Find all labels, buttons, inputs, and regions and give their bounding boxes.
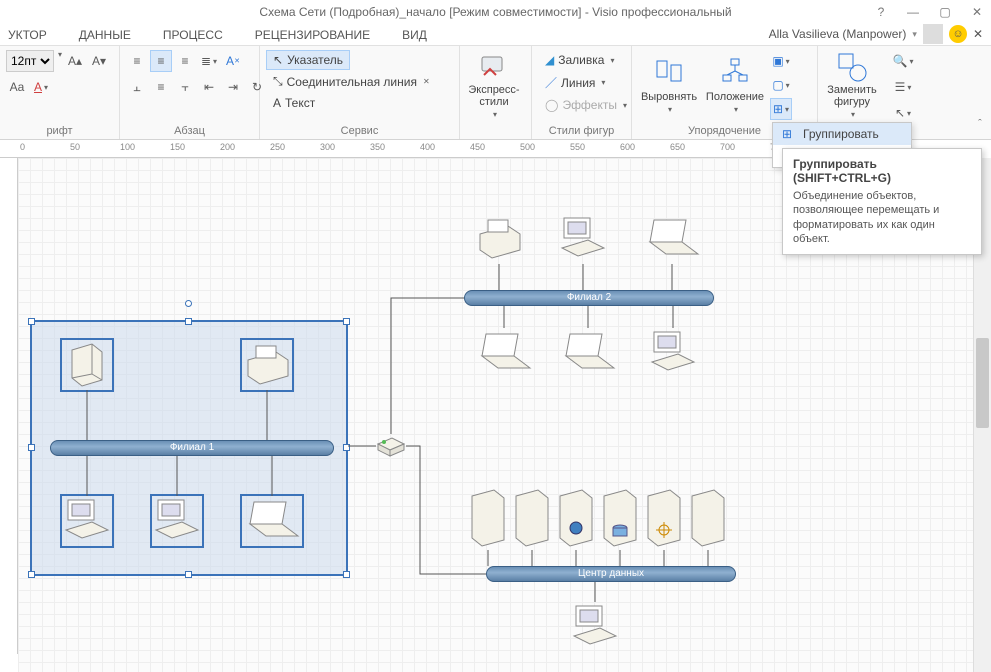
align-right-icon[interactable]: ≡ (174, 50, 196, 72)
shape-dc-server-1[interactable] (466, 488, 510, 550)
express-styles-icon (478, 51, 510, 82)
group-icon: ⊞ (779, 127, 795, 141)
group-express-styles: Экспресс- стили▾ (460, 46, 532, 139)
position-icon (719, 57, 751, 89)
feedback-icon[interactable]: ☺ (949, 25, 967, 43)
group-paragraph-label: Абзац (126, 125, 253, 137)
connector-tool[interactable]: ⤡Соединительная линия✕ (266, 71, 437, 92)
shape-laptop1[interactable] (242, 496, 302, 546)
minimize-icon[interactable]: — (903, 2, 923, 22)
position-button[interactable]: Положение▾ (704, 50, 766, 120)
decrease-indent-icon[interactable]: ⇤ (198, 76, 220, 98)
shape-b2-laptop-2[interactable] (558, 328, 618, 378)
send-back-icon[interactable]: ▢▾ (770, 74, 792, 96)
change-case-icon[interactable]: Aa (6, 76, 28, 98)
shape-b2-pc-bottom[interactable] (648, 328, 698, 378)
shape-dc-server-6[interactable] (686, 488, 730, 550)
user-name[interactable]: Alla Vasilieva (Manpower) (769, 27, 907, 41)
shape-b2-laptop-1[interactable] (474, 328, 534, 378)
shape-dc-server-4[interactable] (598, 488, 642, 550)
line-icon: ／ (545, 74, 557, 91)
tab-process[interactable]: ПРОЦЕСС (159, 26, 227, 44)
shape-pc2[interactable] (152, 496, 202, 546)
shape-pc1[interactable] (62, 496, 112, 546)
group-service-label: Сервис (266, 125, 453, 137)
group-shape-styles: ◢Заливка▾ ／Линия▾ ◯Эффекты▾ Стили фигур (532, 46, 632, 139)
ribbon-tabs: УКТОР ДАННЫЕ ПРОЦЕСС РЕЦЕНЗИРОВАНИЕ ВИД … (0, 24, 991, 46)
group-button-icon[interactable]: ⊞▾ (770, 98, 792, 120)
tab-data[interactable]: ДАННЫЕ (75, 26, 135, 44)
increase-indent-icon[interactable]: ⇥ (222, 76, 244, 98)
group-font-label: рифт (6, 125, 113, 137)
effects-button[interactable]: ◯Эффекты▾ (538, 95, 634, 115)
line-button[interactable]: ／Линия▾ (538, 71, 612, 94)
branch2-bar[interactable]: Филиал 2 (464, 290, 714, 306)
font-color-icon[interactable]: A▾ (30, 76, 52, 98)
close-icon[interactable]: ✕ (967, 2, 987, 22)
pointer-tool[interactable]: ↖Указатель (266, 50, 350, 70)
group-service: ↖Указатель ⤡Соединительная линия✕ AТекст… (260, 46, 460, 139)
clear-format-icon[interactable]: A✕ (222, 50, 244, 72)
tooltip: Группировать (SHIFT+CTRL+G) Объединение … (782, 148, 982, 255)
text-tool[interactable]: AТекст (266, 93, 322, 113)
align-icon (653, 57, 685, 89)
group-paragraph: ≡ ≡ ≡ ≣▾ A✕ ⫠ ≡ ⫟ ⇤ ⇥ ↻ Абзац (120, 46, 260, 139)
shape-server[interactable] (62, 340, 112, 390)
tooltip-body: Объединение объектов, позволяющее переме… (793, 189, 971, 246)
shape-b2-pc[interactable] (558, 214, 608, 264)
layers-icon[interactable]: ☰▾ (892, 76, 914, 98)
express-styles-button[interactable]: Экспресс- стили▾ (466, 50, 522, 120)
bullets-icon[interactable]: ≣▾ (198, 50, 220, 72)
shape-dc-server-3[interactable] (554, 488, 598, 550)
effects-icon: ◯ (545, 98, 558, 112)
window-title: Схема Сети (Подробная)_начало [Режим сов… (259, 5, 731, 19)
selection-box[interactable]: Филиал 1 (30, 320, 348, 576)
pointer-icon: ↖ (273, 53, 283, 67)
shape-b2-laptop-top[interactable] (642, 214, 702, 264)
shape-dc-server-5[interactable] (642, 488, 686, 550)
increase-font-icon[interactable]: A▴ (64, 50, 86, 72)
decrease-font-icon[interactable]: A▾ (88, 50, 110, 72)
restore-icon[interactable]: ▢ (935, 2, 955, 22)
bring-front-icon[interactable]: ▣▾ (770, 50, 792, 72)
replace-shape-button[interactable]: Заменить фигуру▾ (824, 50, 880, 120)
align-middle-icon[interactable]: ≡ (150, 76, 172, 98)
help-icon[interactable]: ? (871, 2, 891, 22)
tab-view[interactable]: ВИД (398, 26, 431, 44)
align-left-icon[interactable]: ≡ (126, 50, 148, 72)
font-size-select[interactable]: 12пт (6, 50, 54, 72)
group-font: 12пт ▾ A▴ A▾ Aa A▾ рифт (0, 46, 120, 139)
align-center-icon[interactable]: ≡ (150, 50, 172, 72)
avatar[interactable] (923, 24, 943, 44)
align-top-icon[interactable]: ⫠ (126, 76, 148, 98)
datacenter-bar[interactable]: Центр данных (486, 566, 736, 582)
text-icon: A (273, 96, 281, 110)
collapse-ribbon-icon[interactable]: ˆ (973, 118, 987, 132)
replace-shape-icon (836, 51, 868, 82)
shape-printer[interactable] (242, 340, 292, 390)
align-button[interactable]: Выровнять▾ (638, 50, 700, 120)
app-close-icon[interactable]: ✕ (973, 27, 983, 41)
select-icon[interactable]: ↖▾ (892, 102, 914, 124)
title-bar: Схема Сети (Подробная)_начало [Режим сов… (0, 0, 991, 24)
connector-icon: ⤡ (273, 74, 283, 89)
fill-button[interactable]: ◢Заливка▾ (538, 50, 621, 70)
tab-review[interactable]: РЕЦЕНЗИРОВАНИЕ (251, 26, 374, 44)
find-icon[interactable]: 🔍▾ (892, 50, 914, 72)
menu-group[interactable]: ⊞ Группировать (773, 123, 911, 145)
branch1-bar[interactable]: Филиал 1 (50, 440, 334, 456)
shape-dc-server-2[interactable] (510, 488, 554, 550)
shape-dc-pc[interactable] (570, 602, 620, 652)
align-bottom-icon[interactable]: ⫟ (174, 76, 196, 98)
fill-icon: ◢ (545, 53, 554, 67)
tab-constructor[interactable]: УКТОР (4, 26, 51, 44)
shape-b2-printer[interactable] (474, 214, 524, 264)
ruler-vertical (0, 158, 18, 654)
group-shape-styles-label: Стили фигур (538, 125, 625, 137)
tooltip-title: Группировать (SHIFT+CTRL+G) (793, 157, 971, 185)
shape-router[interactable] (376, 434, 406, 458)
